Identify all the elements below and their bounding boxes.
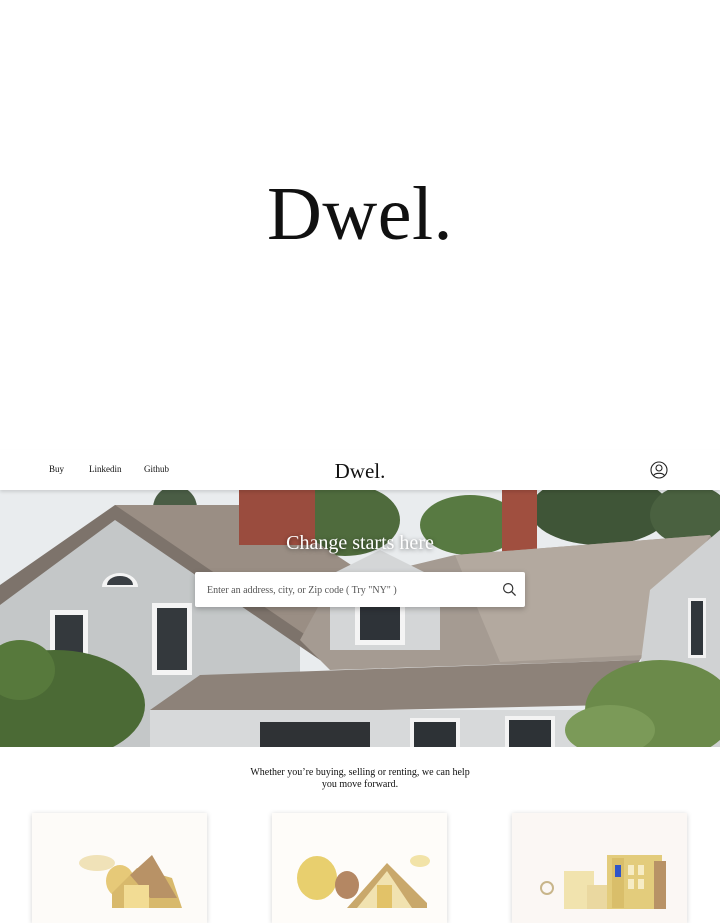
nav-logo[interactable]: Dwel. (0, 459, 720, 484)
search-input[interactable] (205, 580, 499, 600)
card-rent[interactable] (512, 813, 687, 923)
user-circle-icon (650, 461, 668, 479)
search-button[interactable] (502, 582, 517, 597)
navbar: Buy Linkedin Github Dwel. (0, 450, 720, 490)
search-icon (502, 582, 517, 597)
card-buy[interactable] (32, 813, 207, 923)
search-box (195, 572, 525, 607)
card-sell[interactable] (272, 813, 447, 923)
user-account-button[interactable] (650, 461, 668, 479)
house-photo (0, 490, 720, 747)
city-buildings-illustration-icon (512, 813, 687, 923)
hero-title: Change starts here (286, 532, 434, 554)
house-trees-illustration-icon (272, 813, 447, 923)
tagline: Whether you’re buying, selling or rentin… (250, 767, 470, 790)
splash-logo: Dwel. (266, 172, 454, 256)
house-illustration-icon (32, 813, 207, 923)
hero-banner: Change starts here (0, 490, 720, 747)
